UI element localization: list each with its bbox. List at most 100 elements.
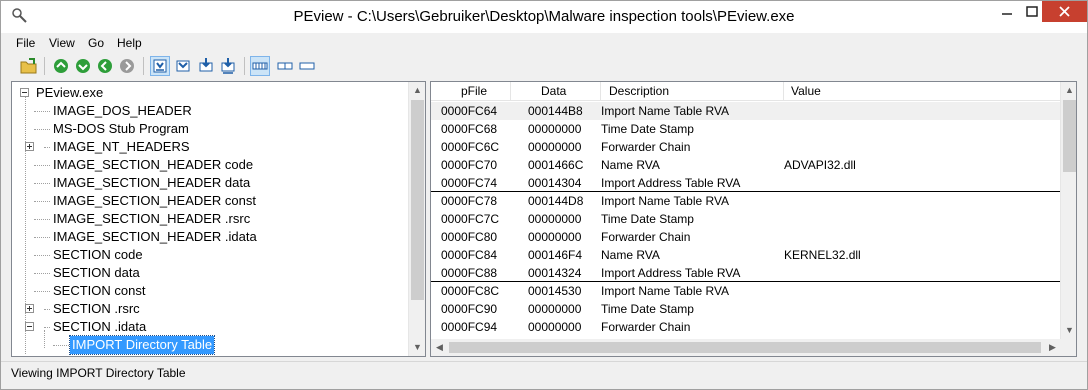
open-button[interactable]	[19, 56, 39, 76]
nt-header-button[interactable]	[173, 56, 193, 76]
menu-file[interactable]: File	[16, 36, 35, 50]
data-cell: 00000000	[528, 122, 582, 136]
tree-item[interactable]: IMAGE_SECTION_HEADER .idata	[12, 228, 412, 246]
tree-item[interactable]: IMAGE_SECTION_HEADER const	[12, 192, 412, 210]
table-row[interactable]: 0000FC7C 00000000 Time Date Stamp	[431, 210, 1061, 228]
close-button[interactable]	[1042, 1, 1087, 22]
toolbar	[1, 53, 1087, 79]
column-pfile[interactable]: pFile	[431, 82, 511, 101]
pfile-cell: 0000FC68	[441, 122, 498, 136]
tree-item[interactable]: IMAGE_SECTION_HEADER .rsrc	[12, 210, 412, 228]
tree-item[interactable]: SECTION .rsrc	[12, 300, 412, 318]
minimize-button[interactable]	[993, 1, 1021, 22]
peview-window: PEview - C:\Users\Gebruiker\Desktop\Malw…	[0, 0, 1088, 390]
minimize-icon	[1002, 13, 1012, 15]
table-row[interactable]: 0000FC64 000144B8 Import Name Table RVA	[431, 102, 1061, 120]
details-list[interactable]: pFile Data Description Value 0000FC64 000…	[430, 81, 1077, 357]
description-cell: Forwarder Chain	[601, 320, 691, 334]
tree-item[interactable]: IMPORT Directory Table	[12, 335, 412, 355]
view-export-icon	[221, 58, 235, 74]
list-hscroll-thumb[interactable]	[449, 342, 1041, 353]
list-scroll-up-icon[interactable]: ▲	[1061, 82, 1076, 99]
import-button[interactable]	[196, 56, 216, 76]
description-cell: Import Address Table RVA	[601, 176, 741, 190]
pfile-cell: 0000FC84	[441, 248, 498, 262]
table-row[interactable]: 0000FC6C 00000000 Forwarder Chain	[431, 138, 1061, 156]
forward-icon	[76, 59, 90, 73]
expand-icon[interactable]	[25, 142, 34, 151]
tree-item-label: IMPORT Directory Table	[68, 335, 216, 355]
forward-button[interactable]	[73, 56, 93, 76]
dword-view-button[interactable]	[297, 56, 317, 76]
table-row[interactable]: 0000FC88 00014324 Import Address Table RVA	[431, 264, 1061, 282]
table-row[interactable]: 0000FC68 00000000 Time Date Stamp	[431, 120, 1061, 138]
pfile-cell: 0000FC74	[441, 176, 498, 190]
table-row[interactable]: 0000FC74 00014304 Import Address Table RVA	[431, 174, 1061, 192]
view-dword-icon	[299, 62, 315, 70]
column-data[interactable]: Data	[511, 82, 601, 101]
tree-scroll-thumb[interactable]	[411, 100, 424, 300]
tree-vertical-scrollbar[interactable]: ▲ ▼	[408, 82, 425, 356]
tree-item[interactable]: SECTION code	[12, 246, 412, 264]
list-scroll-thumb[interactable]	[1063, 100, 1076, 172]
scroll-up-icon[interactable]: ▲	[409, 82, 425, 99]
column-description[interactable]: Description	[601, 82, 784, 101]
table-row[interactable]: 0000FC70 0001466C Name RVA ADVAPI32.dll	[431, 156, 1061, 174]
collapse-icon[interactable]	[20, 88, 29, 97]
view-dos-header-icon	[153, 59, 167, 73]
expand-icon[interactable]	[25, 304, 34, 313]
list-vertical-scrollbar[interactable]: ▲ ▼	[1060, 82, 1076, 339]
export-button[interactable]	[218, 56, 238, 76]
table-row[interactable]: 0000FC80 00000000 Forwarder Chain	[431, 228, 1061, 246]
view-nt-header-icon	[176, 60, 190, 72]
next-button[interactable]	[117, 56, 137, 76]
tree-item[interactable]: SECTION .idata	[12, 318, 412, 336]
tree-item[interactable]: IMAGE_SECTION_HEADER data	[12, 174, 412, 192]
entry-separator	[431, 191, 1061, 192]
menu-go[interactable]: Go	[88, 36, 104, 50]
list-scroll-down-icon[interactable]: ▼	[1061, 322, 1076, 339]
scroll-down-icon[interactable]: ▼	[409, 339, 425, 356]
tree-item[interactable]: IMAGE_SECTION_HEADER code	[12, 156, 412, 174]
menu-view[interactable]: View	[49, 36, 75, 50]
data-cell: 00000000	[528, 212, 582, 226]
table-row[interactable]: 0000FC94 00000000 Forwarder Chain	[431, 318, 1061, 336]
pfile-cell: 0000FC90	[441, 302, 498, 316]
word-view-button[interactable]	[275, 56, 295, 76]
table-row[interactable]: 0000FC84 000146F4 Name RVA KERNEL32.dll	[431, 246, 1061, 264]
tree-item[interactable]: SECTION const	[12, 282, 412, 300]
previous-button[interactable]	[95, 56, 115, 76]
data-cell: 00000000	[528, 140, 582, 154]
tree-item[interactable]: PEview.exe	[12, 84, 412, 102]
scroll-left-icon[interactable]: ◀	[431, 339, 448, 356]
tree-item-label: IMAGE_DOS_HEADER	[53, 103, 192, 118]
tree-item[interactable]: SECTION data	[12, 264, 412, 282]
tree-item-label: SECTION data	[53, 265, 140, 280]
data-cell: 00014324	[528, 266, 582, 280]
table-row[interactable]: 0000FC78 000144D8 Import Name Table RVA	[431, 192, 1061, 210]
dos-header-button[interactable]	[150, 56, 170, 76]
description-cell: Time Date Stamp	[601, 212, 694, 226]
description-cell: Name RVA	[601, 158, 660, 172]
tree-item[interactable]: MS-DOS Stub Program	[12, 120, 412, 138]
tree-item[interactable]: IMAGE_NT_HEADERS	[12, 138, 412, 156]
view-word-icon	[277, 62, 293, 70]
description-cell: Import Name Table RVA	[601, 284, 730, 298]
tree-item-label: SECTION const	[53, 283, 146, 298]
next-icon	[120, 59, 134, 73]
open-folder-icon	[20, 58, 37, 74]
collapse-icon[interactable]	[25, 322, 34, 331]
tree-view[interactable]: PEview.exe IMAGE_DOS_HEADER MS-DOS Stub Pr…	[11, 81, 426, 357]
data-cell: 00000000	[528, 230, 582, 244]
previous-icon	[98, 59, 112, 73]
list-horizontal-scrollbar[interactable]: ◀ ▶	[431, 339, 1061, 356]
table-row[interactable]: 0000FC90 00000000 Time Date Stamp	[431, 300, 1061, 318]
back-button[interactable]	[51, 56, 71, 76]
table-row[interactable]: 0000FC8C 00014530 Import Name Table RVA	[431, 282, 1061, 300]
window-title: PEview - C:\Users\Gebruiker\Desktop\Malw…	[293, 8, 795, 25]
menu-help[interactable]: Help	[117, 36, 142, 50]
byte-view-button[interactable]	[250, 56, 270, 76]
column-value[interactable]: Value	[784, 82, 1061, 101]
tree-item[interactable]: IMAGE_DOS_HEADER	[12, 102, 412, 120]
entry-separator	[431, 281, 1061, 282]
